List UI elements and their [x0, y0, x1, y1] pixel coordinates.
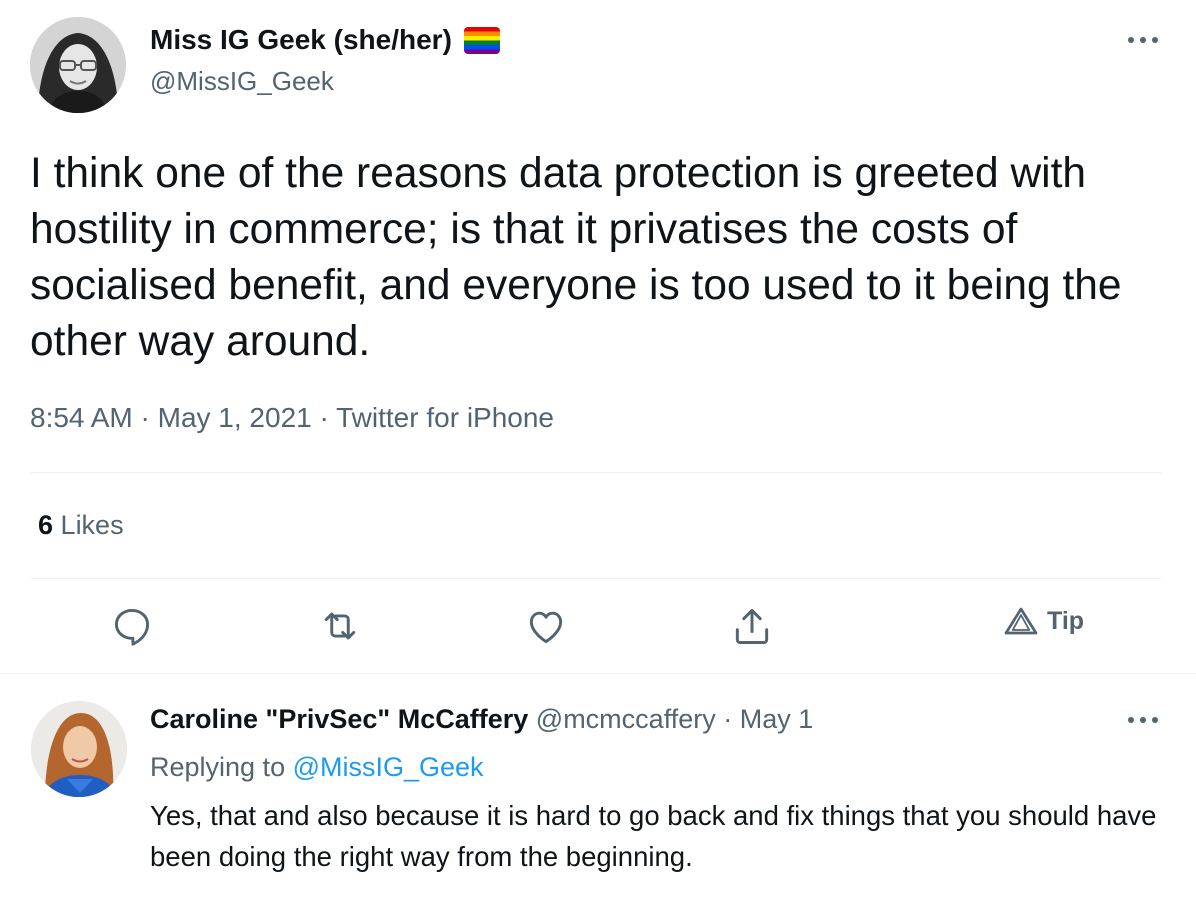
- reply-author-handle[interactable]: @mcmccaffery: [536, 704, 716, 734]
- reply-author-avatar[interactable]: [31, 701, 127, 797]
- tip-label: Tip: [1047, 606, 1085, 635]
- meta-separator: ·: [140, 402, 150, 433]
- section-divider: [0, 673, 1196, 674]
- more-options-icon[interactable]: [1123, 30, 1163, 50]
- pride-flag-icon: [463, 26, 500, 54]
- reply-header: Caroline "PrivSec" McCaffery @mcmccaffer…: [150, 704, 813, 735]
- author-handle[interactable]: @MissIG_Geek: [150, 66, 334, 97]
- share-button[interactable]: [728, 604, 776, 648]
- reply-author-avatar-image: [31, 701, 127, 797]
- replying-to-prefix: Replying to: [150, 752, 286, 782]
- likes-stat[interactable]: 6 Likes: [38, 510, 124, 541]
- meta-separator: ·: [319, 402, 329, 433]
- share-icon: [735, 608, 769, 644]
- tip-icon: [1004, 607, 1038, 635]
- reply-icon: [114, 608, 150, 646]
- reply-text: Yes, that and also because it is hard to…: [150, 800, 1157, 872]
- likes-count: 6: [38, 510, 54, 540]
- like-button[interactable]: [522, 604, 570, 648]
- tweet-source[interactable]: Twitter for iPhone: [336, 402, 554, 433]
- divider: [30, 578, 1162, 579]
- retweet-button[interactable]: [316, 604, 364, 648]
- retweet-icon: [324, 612, 356, 640]
- reply-button[interactable]: [108, 604, 156, 648]
- tweet-time[interactable]: 8:54 AM: [30, 402, 133, 433]
- tip-button[interactable]: Tip: [1003, 606, 1084, 636]
- tweet-date[interactable]: May 1, 2021: [158, 402, 312, 433]
- likes-label: Likes: [60, 510, 124, 540]
- reply-author-name[interactable]: Caroline "PrivSec" McCaffery: [150, 704, 528, 734]
- author-name-row[interactable]: Miss IG Geek (she/her): [150, 24, 500, 56]
- replying-to-mention[interactable]: @MissIG_Geek: [293, 752, 484, 782]
- reply-date[interactable]: May 1: [740, 704, 814, 734]
- author-avatar[interactable]: [30, 17, 126, 113]
- tweet-text: I think one of the reasons data protecti…: [30, 150, 1122, 365]
- reply-more-options-icon[interactable]: [1123, 710, 1163, 730]
- author-name[interactable]: Miss IG Geek (she/her): [150, 24, 452, 56]
- replying-to: Replying to @MissIG_Geek: [150, 752, 484, 783]
- tweet-meta: 8:54 AM · May 1, 2021 · Twitter for iPho…: [30, 402, 554, 434]
- heart-icon: [529, 611, 563, 644]
- author-avatar-image: [30, 17, 126, 113]
- reply-meta-separator: ·: [723, 704, 733, 734]
- divider: [30, 472, 1162, 473]
